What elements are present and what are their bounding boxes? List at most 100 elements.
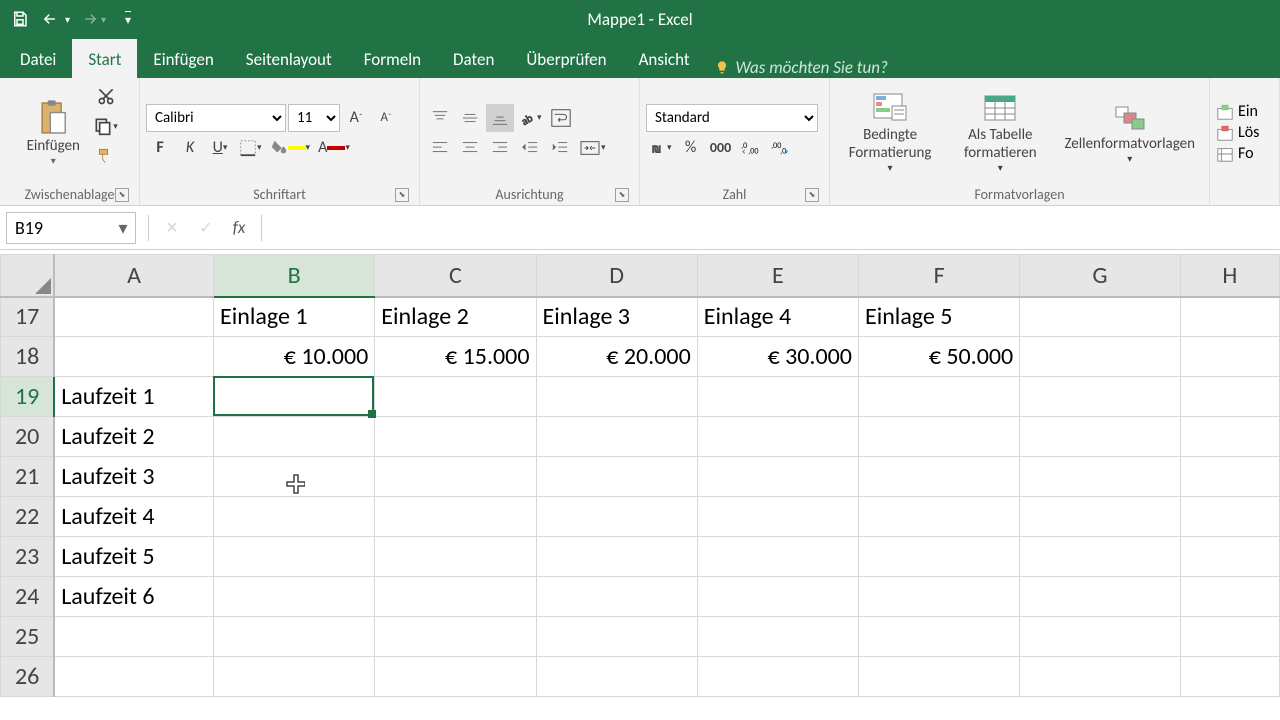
- cell-A17[interactable]: [54, 297, 213, 337]
- cell-C20[interactable]: [375, 417, 536, 457]
- cell-C25[interactable]: [375, 617, 536, 657]
- cell-C18[interactable]: € 15.000: [375, 337, 536, 377]
- cell-E26[interactable]: [697, 657, 858, 697]
- cell-A26[interactable]: [54, 657, 213, 697]
- cell-B25[interactable]: [214, 617, 375, 657]
- cell-F21[interactable]: [858, 457, 1019, 497]
- font-name-select[interactable]: Calibri: [146, 104, 286, 132]
- align-right-button[interactable]: [486, 134, 514, 162]
- tab-insert[interactable]: Einfügen: [137, 39, 229, 78]
- underline-button[interactable]: U▾: [206, 134, 234, 162]
- column-header-A[interactable]: A: [54, 255, 213, 297]
- cell-B23[interactable]: [214, 537, 375, 577]
- cell-D20[interactable]: [536, 417, 697, 457]
- tab-formulas[interactable]: Formeln: [348, 39, 437, 78]
- row-header-20[interactable]: 20: [1, 417, 55, 457]
- cell-D18[interactable]: € 20.000: [536, 337, 697, 377]
- cell-G23[interactable]: [1020, 537, 1181, 577]
- number-format-select[interactable]: Standard: [646, 104, 818, 132]
- cell-H21[interactable]: [1180, 457, 1279, 497]
- cell-G26[interactable]: [1020, 657, 1181, 697]
- increase-indent-button[interactable]: [546, 134, 574, 162]
- name-box[interactable]: B19 ▾: [6, 212, 136, 244]
- delete-cells-label[interactable]: Lös: [1238, 123, 1259, 142]
- cell-D24[interactable]: [536, 577, 697, 617]
- decrease-decimal-button[interactable]: ,00,0: [767, 134, 795, 162]
- row-header-23[interactable]: 23: [1, 537, 55, 577]
- alignment-launcher[interactable]: ⬊: [615, 188, 629, 202]
- align-top-button[interactable]: [426, 104, 454, 132]
- cell-D23[interactable]: [536, 537, 697, 577]
- cell-A18[interactable]: [54, 337, 213, 377]
- qat-customize-button[interactable]: ▾: [114, 5, 142, 33]
- cell-G20[interactable]: [1020, 417, 1181, 457]
- increase-font-button[interactable]: Aˆ: [342, 104, 370, 132]
- cell-B19[interactable]: [214, 377, 375, 417]
- cell-G24[interactable]: [1020, 577, 1181, 617]
- cell-D22[interactable]: [536, 497, 697, 537]
- percent-button[interactable]: %: [677, 134, 705, 162]
- bold-button[interactable]: F: [146, 134, 174, 162]
- row-header-18[interactable]: 18: [1, 337, 55, 377]
- cell-F19[interactable]: [858, 377, 1019, 417]
- cell-B21[interactable]: [214, 457, 375, 497]
- row-header-25[interactable]: 25: [1, 617, 55, 657]
- cell-D19[interactable]: [536, 377, 697, 417]
- tab-data[interactable]: Daten: [437, 39, 510, 78]
- cell-F20[interactable]: [858, 417, 1019, 457]
- fill-color-button[interactable]: ▾: [267, 134, 314, 162]
- cell-F25[interactable]: [858, 617, 1019, 657]
- font-launcher[interactable]: ⬊: [395, 188, 409, 202]
- enter-formula-button[interactable]: ✓: [191, 213, 221, 243]
- cell-A20[interactable]: Laufzeit 2: [54, 417, 213, 457]
- borders-button[interactable]: ▾: [236, 134, 265, 162]
- tab-home[interactable]: Start: [72, 39, 137, 78]
- redo-button[interactable]: ▾: [78, 5, 106, 33]
- cancel-formula-button[interactable]: ✕: [157, 213, 187, 243]
- cell-A25[interactable]: [54, 617, 213, 657]
- row-header-24[interactable]: 24: [1, 577, 55, 617]
- name-box-dropdown[interactable]: ▾: [115, 217, 131, 239]
- column-header-C[interactable]: C: [375, 255, 536, 297]
- column-header-F[interactable]: F: [858, 255, 1019, 297]
- cell-E23[interactable]: [697, 537, 858, 577]
- cell-E24[interactable]: [697, 577, 858, 617]
- cell-styles-button[interactable]: Zellenformatvorlagen▾: [1056, 82, 1203, 183]
- cell-E18[interactable]: € 30.000: [697, 337, 858, 377]
- cell-grid[interactable]: ABCDEFGH17Einlage 1Einlage 2Einlage 3Ein…: [0, 254, 1280, 697]
- cell-A24[interactable]: Laufzeit 6: [54, 577, 213, 617]
- cell-G21[interactable]: [1020, 457, 1181, 497]
- increase-decimal-button[interactable]: ,0,00: [737, 134, 765, 162]
- cell-C19[interactable]: [375, 377, 536, 417]
- formula-input[interactable]: [266, 213, 1274, 243]
- cell-G22[interactable]: [1020, 497, 1181, 537]
- cell-H18[interactable]: [1180, 337, 1279, 377]
- save-button[interactable]: [6, 5, 34, 33]
- cell-F22[interactable]: [858, 497, 1019, 537]
- cell-H19[interactable]: [1180, 377, 1279, 417]
- cell-B26[interactable]: [214, 657, 375, 697]
- cell-D26[interactable]: [536, 657, 697, 697]
- cell-B17[interactable]: Einlage 1: [214, 297, 375, 337]
- cell-E17[interactable]: Einlage 4: [697, 297, 858, 337]
- font-color-button[interactable]: A▾: [315, 134, 353, 162]
- cell-G25[interactable]: [1020, 617, 1181, 657]
- cell-H24[interactable]: [1180, 577, 1279, 617]
- align-bottom-button[interactable]: [486, 104, 514, 132]
- worksheet-area[interactable]: ABCDEFGH17Einlage 1Einlage 2Einlage 3Ein…: [0, 254, 1280, 720]
- tab-review[interactable]: Überprüfen: [510, 39, 622, 78]
- cell-E22[interactable]: [697, 497, 858, 537]
- cell-E20[interactable]: [697, 417, 858, 457]
- insert-cells-label[interactable]: Ein: [1238, 102, 1258, 121]
- cell-E19[interactable]: [697, 377, 858, 417]
- cell-C21[interactable]: [375, 457, 536, 497]
- cell-A23[interactable]: Laufzeit 5: [54, 537, 213, 577]
- cell-E25[interactable]: [697, 617, 858, 657]
- column-header-B[interactable]: B: [214, 255, 375, 297]
- row-header-22[interactable]: 22: [1, 497, 55, 537]
- row-header-21[interactable]: 21: [1, 457, 55, 497]
- cell-H20[interactable]: [1180, 417, 1279, 457]
- cell-A21[interactable]: Laufzeit 3: [54, 457, 213, 497]
- cell-C24[interactable]: [375, 577, 536, 617]
- cell-D25[interactable]: [536, 617, 697, 657]
